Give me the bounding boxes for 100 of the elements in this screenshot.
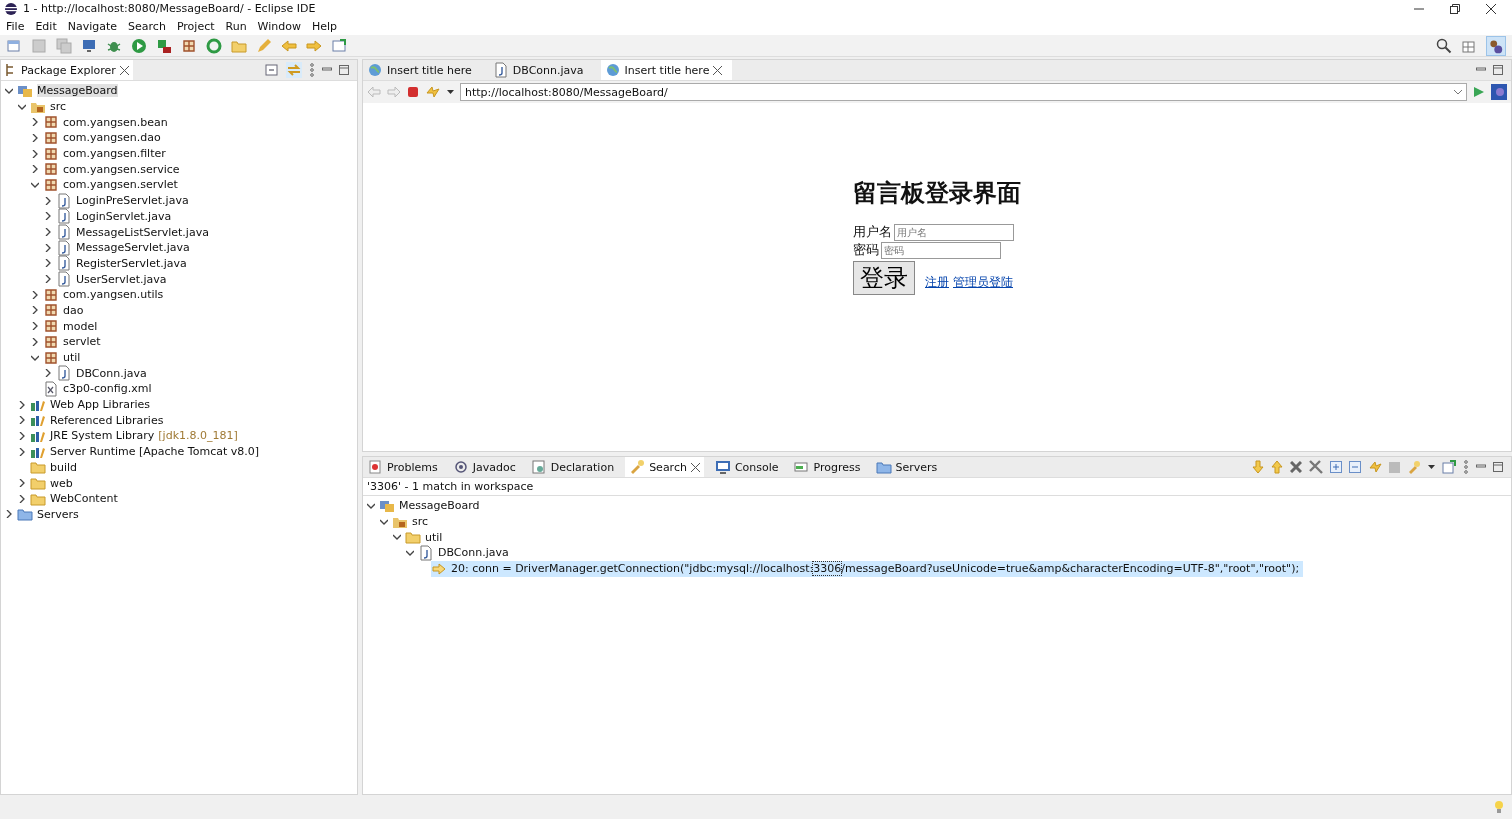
- tree-item[interactable]: WebContent: [1, 490, 357, 507]
- chevron-icon[interactable]: [380, 517, 388, 526]
- tree-item[interactable]: MessageBoard: [1, 83, 357, 99]
- tree-item[interactable]: com.yangsen.filter: [1, 145, 357, 162]
- go-icon[interactable]: [1473, 86, 1485, 98]
- collapse-all-icon[interactable]: [1349, 461, 1361, 473]
- maximize-icon[interactable]: [1493, 462, 1503, 472]
- editor-tab[interactable]: Insert title here: [600, 60, 733, 80]
- close-icon[interactable]: [119, 65, 129, 75]
- stop-icon[interactable]: [407, 86, 419, 98]
- dropdown-caret-icon[interactable]: [1428, 465, 1435, 469]
- dropdown-caret-icon[interactable]: [447, 90, 454, 94]
- chevron-icon[interactable]: [393, 533, 401, 542]
- maximize-icon[interactable]: [1493, 65, 1503, 75]
- expand-all-icon[interactable]: [1330, 461, 1342, 473]
- chevron-icon[interactable]: [18, 102, 26, 111]
- tree-item[interactable]: servlet: [1, 334, 357, 350]
- view-menu-icon[interactable]: [1463, 460, 1469, 474]
- chevron-icon[interactable]: [5, 86, 13, 95]
- view-tab[interactable]: Console: [710, 457, 783, 477]
- password-field[interactable]: 密码: [881, 241, 1001, 259]
- menu-item[interactable]: Help: [312, 19, 338, 33]
- view-menu-icon[interactable]: [309, 63, 315, 77]
- view-tab[interactable]: Javadoc: [448, 457, 520, 477]
- menu-item[interactable]: Search: [128, 19, 166, 33]
- chevron-icon[interactable]: [31, 353, 39, 362]
- tree-item[interactable]: c3p0-config.xml: [1, 381, 357, 397]
- view-tab[interactable]: Search: [625, 457, 704, 477]
- close-icon[interactable]: [1486, 3, 1496, 14]
- tree-item[interactable]: com.yangsen.bean: [1, 114, 357, 131]
- view-tab[interactable]: Progress: [789, 457, 865, 477]
- chevron-icon[interactable]: [31, 180, 39, 189]
- tree-item[interactable]: com.yangsen.dao: [1, 130, 357, 146]
- package-icon[interactable]: [181, 37, 197, 54]
- tree-item[interactable]: RegisterServlet.java: [1, 255, 357, 272]
- chevron-icon[interactable]: [31, 322, 39, 331]
- tree-item[interactable]: Referenced Libraries: [1, 412, 357, 429]
- chevron-icon[interactable]: [18, 431, 26, 440]
- chevron-icon[interactable]: [44, 369, 52, 378]
- tree-item[interactable]: UserServlet.java: [1, 271, 357, 287]
- chevron-icon[interactable]: [5, 510, 13, 519]
- chevron-icon[interactable]: [31, 337, 39, 346]
- result-item[interactable]: 20: conn = DriverManager.getConnection("jdbc:mysql://localhost:3306/messageBoard?useUnicode=true&amp&characterEncoding=UTF-8","root","root");: [431, 560, 1304, 577]
- java-ee-perspective-icon[interactable]: [1486, 35, 1506, 56]
- menu-item[interactable]: Edit: [35, 19, 57, 33]
- chevron-icon[interactable]: [31, 149, 39, 158]
- result-item[interactable]: util: [405, 529, 447, 546]
- package-explorer-tab[interactable]: Package Explorer: [1, 60, 133, 80]
- run-tool-icon[interactable]: [156, 37, 172, 54]
- menu-item[interactable]: File: [6, 19, 25, 33]
- url-field[interactable]: http://localhost:8080/MessageBoard/: [460, 83, 1467, 101]
- menu-item[interactable]: Navigate: [67, 19, 118, 33]
- chevron-icon[interactable]: [31, 133, 39, 142]
- result-item[interactable]: DBConn.java: [418, 544, 513, 561]
- chevron-icon[interactable]: [44, 196, 52, 205]
- tree-item[interactable]: src: [1, 98, 357, 115]
- tree-item[interactable]: MessageListServlet.java: [1, 224, 357, 240]
- collapse-all-icon[interactable]: [265, 63, 279, 77]
- login-button[interactable]: 登录: [853, 261, 915, 295]
- tree-item[interactable]: Server Runtime [Apache Tomcat v8.0]: [1, 443, 357, 460]
- view-tab[interactable]: Servers: [871, 457, 942, 477]
- menu-item[interactable]: Run: [225, 19, 247, 33]
- view-tab[interactable]: Declaration: [526, 457, 619, 477]
- chevron-icon[interactable]: [406, 548, 414, 557]
- chevron-icon[interactable]: [18, 416, 26, 425]
- tree-item[interactable]: com.yangsen.service: [1, 161, 357, 178]
- remove-all-icon[interactable]: [1309, 460, 1323, 474]
- chevron-icon[interactable]: [18, 479, 26, 488]
- chevron-icon[interactable]: [44, 259, 52, 268]
- chevron-icon[interactable]: [18, 494, 26, 503]
- tree-item[interactable]: MessageServlet.java: [1, 239, 357, 256]
- open-window-icon[interactable]: [331, 37, 347, 54]
- menu-item[interactable]: Project: [176, 19, 215, 33]
- result-item[interactable]: src: [392, 513, 433, 530]
- tree-item[interactable]: model: [1, 318, 357, 334]
- tree-item[interactable]: com.yangsen.utils: [1, 286, 357, 303]
- close-icon[interactable]: [690, 462, 700, 472]
- menu-item[interactable]: Window: [257, 19, 301, 33]
- chevron-icon[interactable]: [31, 165, 39, 174]
- username-field[interactable]: 用户名: [894, 223, 1014, 241]
- chevron-icon[interactable]: [44, 228, 52, 237]
- chevron-icon[interactable]: [44, 275, 52, 284]
- tree-item[interactable]: web: [1, 475, 357, 491]
- restore-icon[interactable]: [1450, 3, 1460, 14]
- page-link[interactable]: 管理员登陆: [953, 273, 1013, 291]
- result-item[interactable]: MessageBoard: [379, 497, 484, 514]
- tree-item[interactable]: Web App Libraries: [1, 396, 357, 413]
- tree-item[interactable]: com.yangsen.servlet: [1, 177, 357, 193]
- tree-item[interactable]: LoginServlet.java: [1, 208, 357, 225]
- view-tab[interactable]: Problems: [363, 457, 442, 477]
- chevron-icon[interactable]: [31, 306, 39, 315]
- monitor-icon[interactable]: [81, 37, 97, 54]
- editor-tab[interactable]: DBConn.java: [488, 60, 594, 80]
- chevron-icon[interactable]: [31, 118, 39, 127]
- tree-item[interactable]: Servers: [1, 506, 357, 523]
- chevron-icon[interactable]: [44, 243, 52, 252]
- maximize-icon[interactable]: [339, 65, 349, 75]
- tree-item[interactable]: DBConn.java: [1, 365, 357, 382]
- run-icon[interactable]: [131, 37, 147, 54]
- lightbulb-icon[interactable]: [1494, 800, 1504, 814]
